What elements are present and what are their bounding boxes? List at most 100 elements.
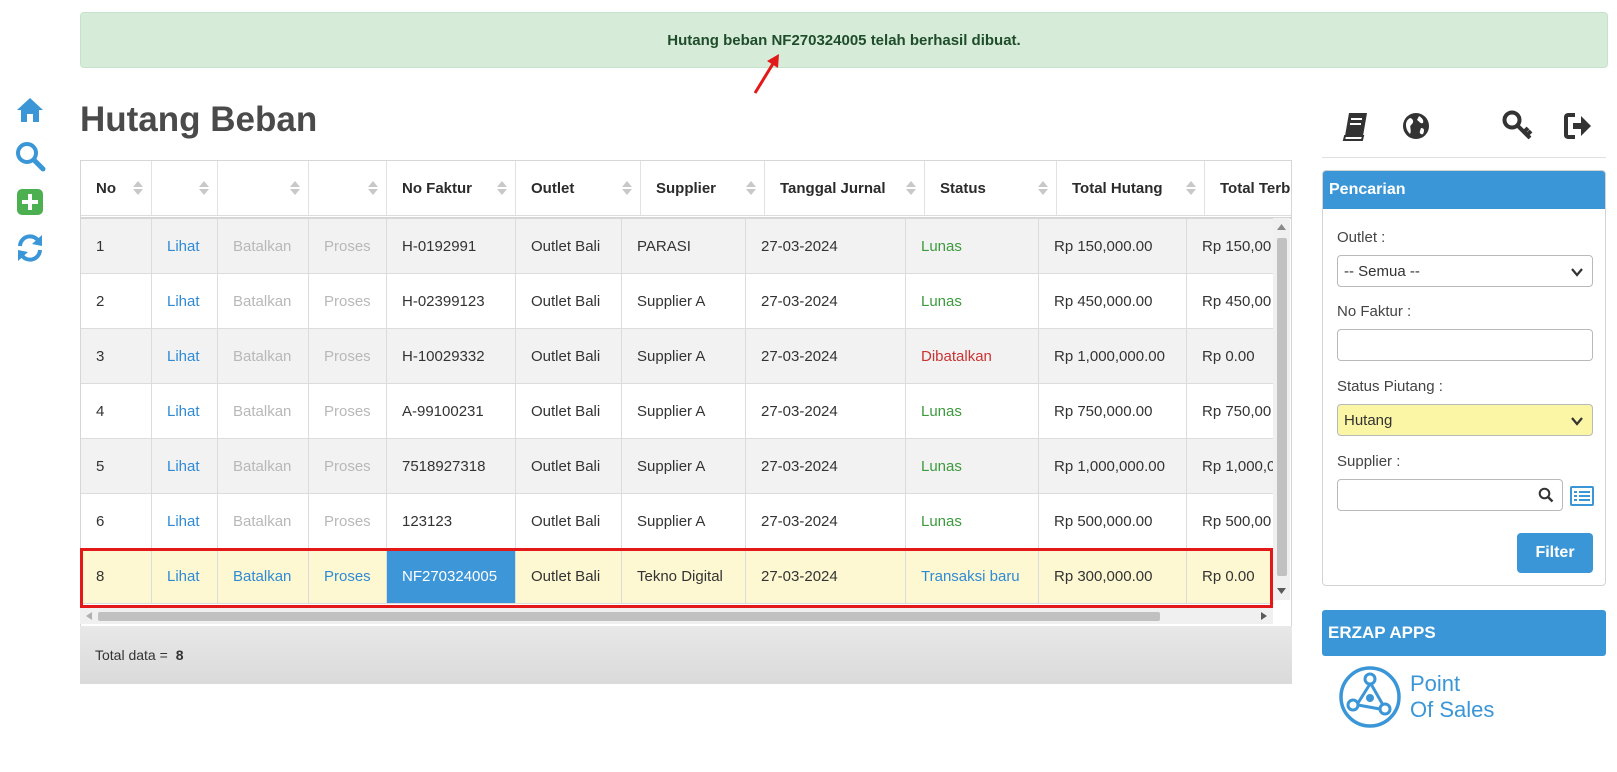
filter-button[interactable]: Filter <box>1517 533 1593 573</box>
supplier-label: Supplier : <box>1337 453 1401 470</box>
column-header-process[interactable] <box>309 161 387 215</box>
status-label: Status Piutang : <box>1337 378 1443 395</box>
cell-invoice: H-02399123 <box>387 274 516 328</box>
invoice-table: No No Faktur Outlet Supplier Tanggal Jurnal S… <box>80 160 1292 684</box>
cell-cancel: Batalkan <box>218 439 309 493</box>
cell-process[interactable]: Proses <box>309 549 387 603</box>
column-header-status[interactable]: Status <box>925 161 1057 215</box>
cell-status: Lunas <box>906 494 1039 548</box>
point-of-sales-logo-icon <box>1339 666 1401 728</box>
pos-logo-line2: Of Sales <box>1410 697 1495 722</box>
column-header-invoice[interactable]: No Faktur <box>387 161 516 215</box>
cell-supplier: Supplier A <box>622 329 746 383</box>
column-header-paid[interactable]: Total Terb <box>1205 161 1291 215</box>
column-header-outlet[interactable]: Outlet <box>516 161 641 215</box>
cell-invoice: A-99100231 <box>387 384 516 438</box>
column-header-label: Total Hutang <box>1072 179 1163 197</box>
column-header-date[interactable]: Tanggal Jurnal <box>765 161 925 215</box>
chevron-down-icon <box>1571 268 1583 277</box>
cell-invoice: H-0192991 <box>387 219 516 273</box>
icon-spacer <box>1460 110 1474 142</box>
cell-view[interactable]: Lihat <box>152 329 218 383</box>
cell-process: Proses <box>309 494 387 548</box>
cell-paid: Rp 500,00 <box>1187 494 1274 548</box>
table-row: 8 Lihat Batalkan Proses NF270324005 Outlet Ba… <box>81 549 1274 604</box>
cell-view[interactable]: Lihat <box>152 274 218 328</box>
table-header: No No Faktur Outlet Supplier Tanggal Jurnal S… <box>81 161 1291 219</box>
pos-logo-line1: Point <box>1410 671 1461 696</box>
table-row: 4 Lihat Batalkan Proses A-99100231 Outlet Bal… <box>81 384 1274 439</box>
cell-process: Proses <box>309 274 387 328</box>
sort-icon[interactable] <box>746 181 756 195</box>
cell-view[interactable]: Lihat <box>152 384 218 438</box>
search-icon[interactable] <box>14 140 46 172</box>
pos-logo[interactable]: Point Of Sales <box>1338 665 1494 729</box>
alert-message: Hutang beban NF270324005 telah berhasil … <box>667 31 1021 49</box>
column-header-total[interactable]: Total Hutang <box>1057 161 1205 215</box>
search-panel: Pencarian Outlet : -- Semua -- No Faktur… <box>1322 170 1606 586</box>
cell-view[interactable]: Lihat <box>152 494 218 548</box>
cell-paid: Rp 0.00 <box>1187 329 1274 383</box>
scroll-down-icon[interactable] <box>1273 584 1290 598</box>
cell-outlet: Outlet Bali <box>516 439 622 493</box>
column-header-no[interactable]: No <box>81 161 152 215</box>
cell-total: Rp 150,000.00 <box>1039 219 1187 273</box>
cell-date: 27-03-2024 <box>746 439 906 493</box>
cell-date: 27-03-2024 <box>746 219 906 273</box>
cell-view[interactable]: Lihat <box>152 549 218 603</box>
sort-icon[interactable] <box>199 181 209 195</box>
sort-icon[interactable] <box>1186 181 1196 195</box>
supplier-input[interactable] <box>1337 479 1563 511</box>
cell-outlet: Outlet Bali <box>516 274 622 328</box>
column-header-cancel[interactable] <box>218 161 309 215</box>
cell-status: Lunas <box>906 274 1039 328</box>
refresh-icon[interactable] <box>14 232 46 264</box>
globe-icon[interactable] <box>1400 110 1432 142</box>
cell-status: Lunas <box>906 439 1039 493</box>
scroll-up-icon[interactable] <box>1273 220 1290 234</box>
vertical-scrollbar[interactable] <box>1273 218 1290 600</box>
sort-icon[interactable] <box>290 181 300 195</box>
horizontal-scrollbar[interactable] <box>80 608 1273 624</box>
cell-no: 2 <box>81 274 152 328</box>
key-icon[interactable] <box>1502 110 1534 142</box>
cell-cancel[interactable]: Batalkan <box>218 549 309 603</box>
cell-outlet: Outlet Bali <box>516 329 622 383</box>
cell-supplier: Supplier A <box>622 384 746 438</box>
cell-paid: Rp 450,00 <box>1187 274 1274 328</box>
logout-icon[interactable] <box>1562 110 1594 142</box>
cell-view[interactable]: Lihat <box>152 439 218 493</box>
horizontal-scroll-thumb[interactable] <box>98 612 1160 621</box>
invoice-label: No Faktur : <box>1337 303 1412 320</box>
sort-icon[interactable] <box>906 181 916 195</box>
sort-icon[interactable] <box>368 181 378 195</box>
add-icon[interactable] <box>14 186 46 218</box>
chevron-down-icon <box>1571 417 1583 426</box>
column-header-supplier[interactable]: Supplier <box>641 161 765 215</box>
status-select[interactable]: Hutang <box>1337 404 1593 436</box>
cell-status: Dibatalkan <box>906 329 1039 383</box>
sort-icon[interactable] <box>133 181 143 195</box>
supplier-list-icon[interactable] <box>1569 485 1595 507</box>
cell-view[interactable]: Lihat <box>152 219 218 273</box>
sort-icon[interactable] <box>622 181 632 195</box>
outlet-select[interactable]: -- Semua -- <box>1337 255 1593 287</box>
sort-icon[interactable] <box>497 181 507 195</box>
left-toolbar <box>14 94 46 278</box>
book-icon[interactable] <box>1340 110 1372 142</box>
column-header-label: No Faktur <box>402 179 473 197</box>
vertical-scroll-thumb[interactable] <box>1277 238 1287 576</box>
sort-icon[interactable] <box>1038 181 1048 195</box>
column-header-view[interactable] <box>152 161 218 215</box>
scroll-left-icon[interactable] <box>82 608 96 624</box>
home-icon[interactable] <box>14 94 46 126</box>
cell-paid: Rp 750,00 <box>1187 384 1274 438</box>
scroll-right-icon[interactable] <box>1257 608 1271 624</box>
total-data-count: 8 <box>175 647 184 663</box>
total-data-label: Total data = <box>95 647 168 663</box>
cell-total: Rp 450,000.00 <box>1039 274 1187 328</box>
table-row: 5 Lihat Batalkan Proses 7518927318 Outlet Bal… <box>81 439 1274 494</box>
search-icon[interactable] <box>1538 487 1554 503</box>
invoice-input[interactable] <box>1337 329 1593 361</box>
cell-invoice: H-10029332 <box>387 329 516 383</box>
